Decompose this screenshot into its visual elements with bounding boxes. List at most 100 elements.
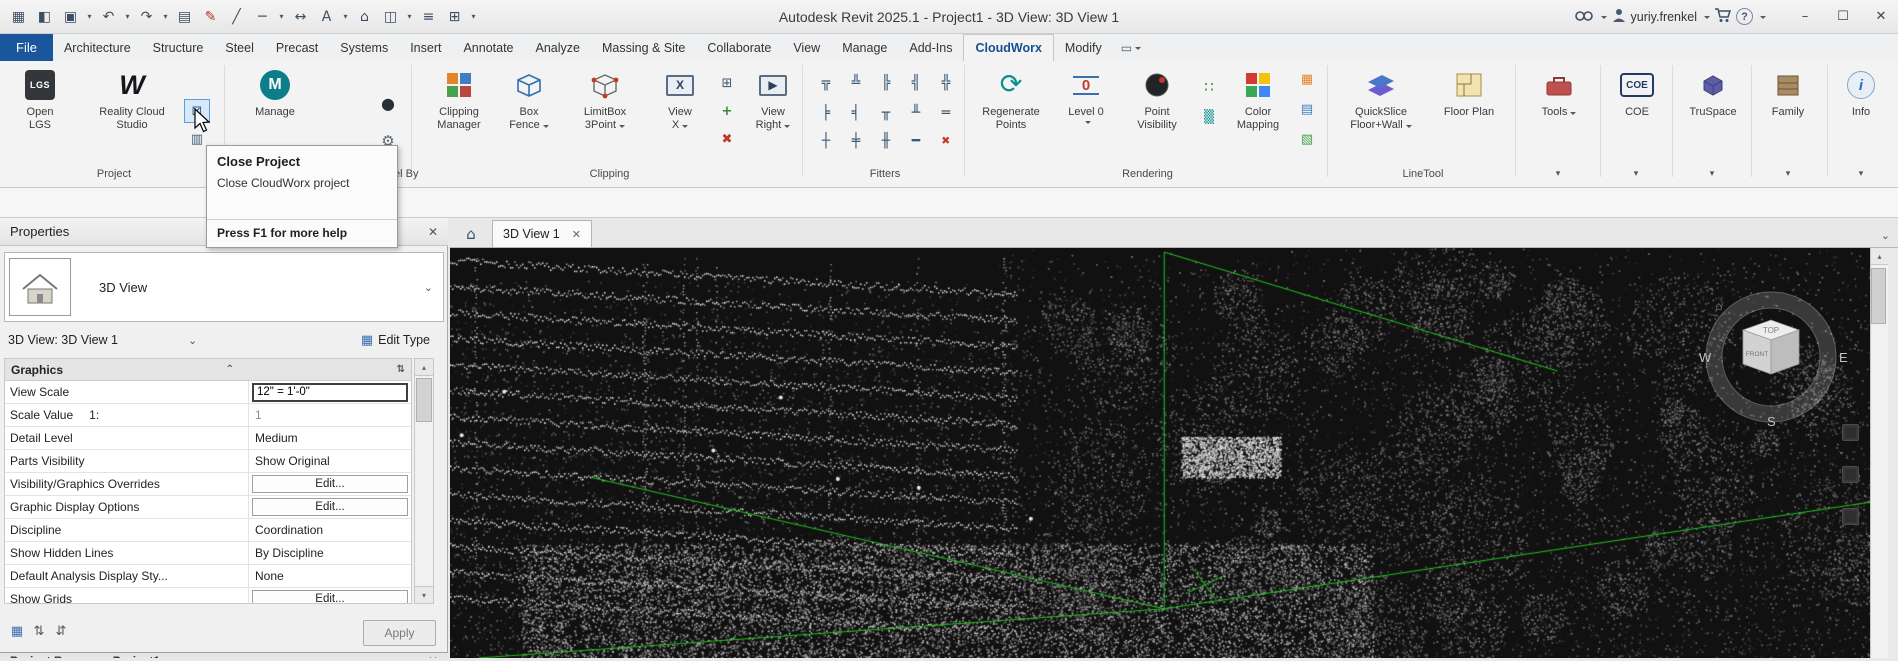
sphere-icon[interactable]: ● [374,89,402,117]
open-folder-icon[interactable]: ◧ [32,4,57,29]
text-icon[interactable]: A [314,4,339,29]
compass-east-label[interactable]: E [1839,350,1848,365]
tab-file[interactable]: File [0,34,53,61]
marker-icon[interactable]: ✎ [198,4,223,29]
compass-south-label[interactable]: S [1767,414,1776,429]
close-project-button[interactable]: ⊠ [184,99,210,123]
tab-precast[interactable]: Precast [265,34,329,61]
floor-plan-button[interactable]: Floor Plan [1430,64,1508,119]
tab-analyze[interactable]: Analyze [525,34,591,61]
view-scale-input[interactable] [252,383,408,402]
tools-button[interactable]: Tools [1526,64,1592,119]
property-value[interactable]: Coordination [252,523,323,537]
color-mapping-button[interactable]: Color Mapping [1226,64,1290,132]
point-density-icon[interactable]: ∷ [1196,75,1222,99]
help-caret-icon[interactable] [1760,16,1766,22]
fitter-delete-icon[interactable]: ✖ [934,129,958,153]
user-icon[interactable] [1611,7,1627,26]
aligned-dimension-icon[interactable]: ↔ [288,4,313,29]
user-name[interactable]: yuriy.frenkel [1631,10,1697,24]
panel-label-project[interactable]: Project [6,168,222,184]
point-cloud-canvas[interactable] [450,248,1870,658]
color-option-icon[interactable]: ▦ [1294,67,1320,91]
tab-insert[interactable]: Insert [399,34,452,61]
view-right-button[interactable]: ▶ View Right [744,64,802,132]
project-browser-close-icon[interactable]: ✕ [428,654,438,658]
viewport[interactable] [450,248,1870,658]
sort-descending-icon[interactable]: ⇵ [50,620,72,642]
undo-icon[interactable]: ↶ [96,4,121,29]
manage-button[interactable]: M Manage [240,64,310,119]
ribbon-display-toggle[interactable]: ▭ [1113,34,1149,61]
compass-west-label[interactable]: W [1699,350,1712,365]
color-option-icon[interactable]: ▧ [1294,127,1320,151]
tab-steel[interactable]: Steel [214,34,265,61]
view-x-button[interactable]: X View X [652,64,708,132]
color-option-icon[interactable]: ▤ [1294,97,1320,121]
section-sort-icon[interactable]: ⇅ [387,364,405,375]
box-fence-button[interactable]: Box Fence [500,64,558,132]
viewcube[interactable]: ⌂ TOP FRONT W S E [1685,282,1857,434]
fitter-icon[interactable]: ╨ [904,101,928,125]
redo-icon[interactable]: ↷ [134,4,159,29]
minimize-button[interactable]: – [1788,3,1822,31]
fitter-icon[interactable]: ╣ [904,71,928,95]
help-icon[interactable]: ? [1736,8,1753,25]
home-icon[interactable]: ⌂ [456,221,486,247]
point-visibility-button[interactable]: Point Visibility [1122,64,1192,132]
tab-massing-site[interactable]: Massing & Site [591,34,696,61]
switch-windows-icon[interactable]: ⊞ [442,4,467,29]
reality-cloud-studio-button[interactable]: W Reality Cloud Studio [92,64,172,132]
fitter-icon[interactable]: ╪ [844,129,868,153]
tab-manage[interactable]: Manage [831,34,898,61]
show-grids-edit-button[interactable]: Edit... [252,590,408,604]
tab-cloudworx[interactable]: CloudWorx [963,34,1053,61]
tab-add-ins[interactable]: Add-Ins [898,34,963,61]
clipping-remove-button[interactable]: ✖ [714,127,740,151]
print-icon[interactable]: ▤ [172,4,197,29]
fitter-icon[interactable]: ┼ [814,129,838,153]
instance-name[interactable]: 3D View: 3D View 1 [8,333,118,347]
tab-collaborate[interactable]: Collaborate [696,34,782,61]
fitter-icon[interactable]: ╫ [874,129,898,153]
coe-button[interactable]: COE COE [1608,64,1666,119]
search-icon[interactable] [1574,7,1594,26]
fitter-icon[interactable]: ╥ [874,101,898,125]
scroll-up-icon[interactable]: ▴ [415,359,433,376]
save-icon[interactable]: ▣ [58,4,83,29]
clipping-grid-button[interactable]: ⊞ [714,71,740,95]
user-caret-icon[interactable] [1704,16,1710,22]
line-style-icon[interactable]: ─ [250,4,275,29]
cart-icon[interactable] [1714,7,1732,26]
close-button[interactable]: ✕ [1864,3,1898,31]
view-tab-3d-view-1[interactable]: 3D View 1 ✕ [492,220,592,247]
section-collapse-icon[interactable]: ⌃ [216,364,234,375]
property-value[interactable]: None [252,569,284,583]
open-lgs-button[interactable]: LGS Open LGS [10,64,70,132]
save-options-caret-icon[interactable]: ▾ [84,4,95,29]
apply-button[interactable]: Apply [363,620,436,646]
property-value[interactable]: Show Original [252,454,330,468]
thin-lines-icon[interactable]: ≡ [416,4,441,29]
viewport-tool-button[interactable] [1842,466,1859,483]
truspace-button[interactable]: TruSpace [1680,64,1746,119]
edit-type-button[interactable]: ▦ Edit Type [361,333,430,348]
panel-expander-icon[interactable]: ▾ [1781,169,1795,179]
section-header-graphics[interactable]: Graphics ⌃ ⇅ [5,359,411,381]
panel-label-linetool[interactable]: LineTool [1331,168,1515,184]
type-selector[interactable]: 3D View ⌄ [4,252,444,322]
undo-caret-icon[interactable]: ▾ [122,4,133,29]
fitter-icon[interactable]: ╩ [844,71,868,95]
panel-label-rendering[interactable]: Rendering [968,168,1327,184]
search-caret-icon[interactable] [1601,16,1607,22]
clipping-add-button[interactable]: + [714,99,740,123]
line-caret-icon[interactable]: ▾ [276,4,287,29]
tab-systems[interactable]: Systems [329,34,399,61]
viewport-scrollbar-thumb[interactable] [1871,268,1886,324]
viewport-tool-button[interactable] [1842,424,1859,441]
project-browser-header[interactable]: Project Browser - Project1 ✕ [0,652,448,658]
tab-architecture[interactable]: Architecture [53,34,142,61]
regenerate-points-button[interactable]: ⟳ Regenerate Points [974,64,1048,132]
app-menu-icon[interactable]: ▦ [6,4,31,29]
fitter-icon[interactable]: ═ [934,101,958,125]
